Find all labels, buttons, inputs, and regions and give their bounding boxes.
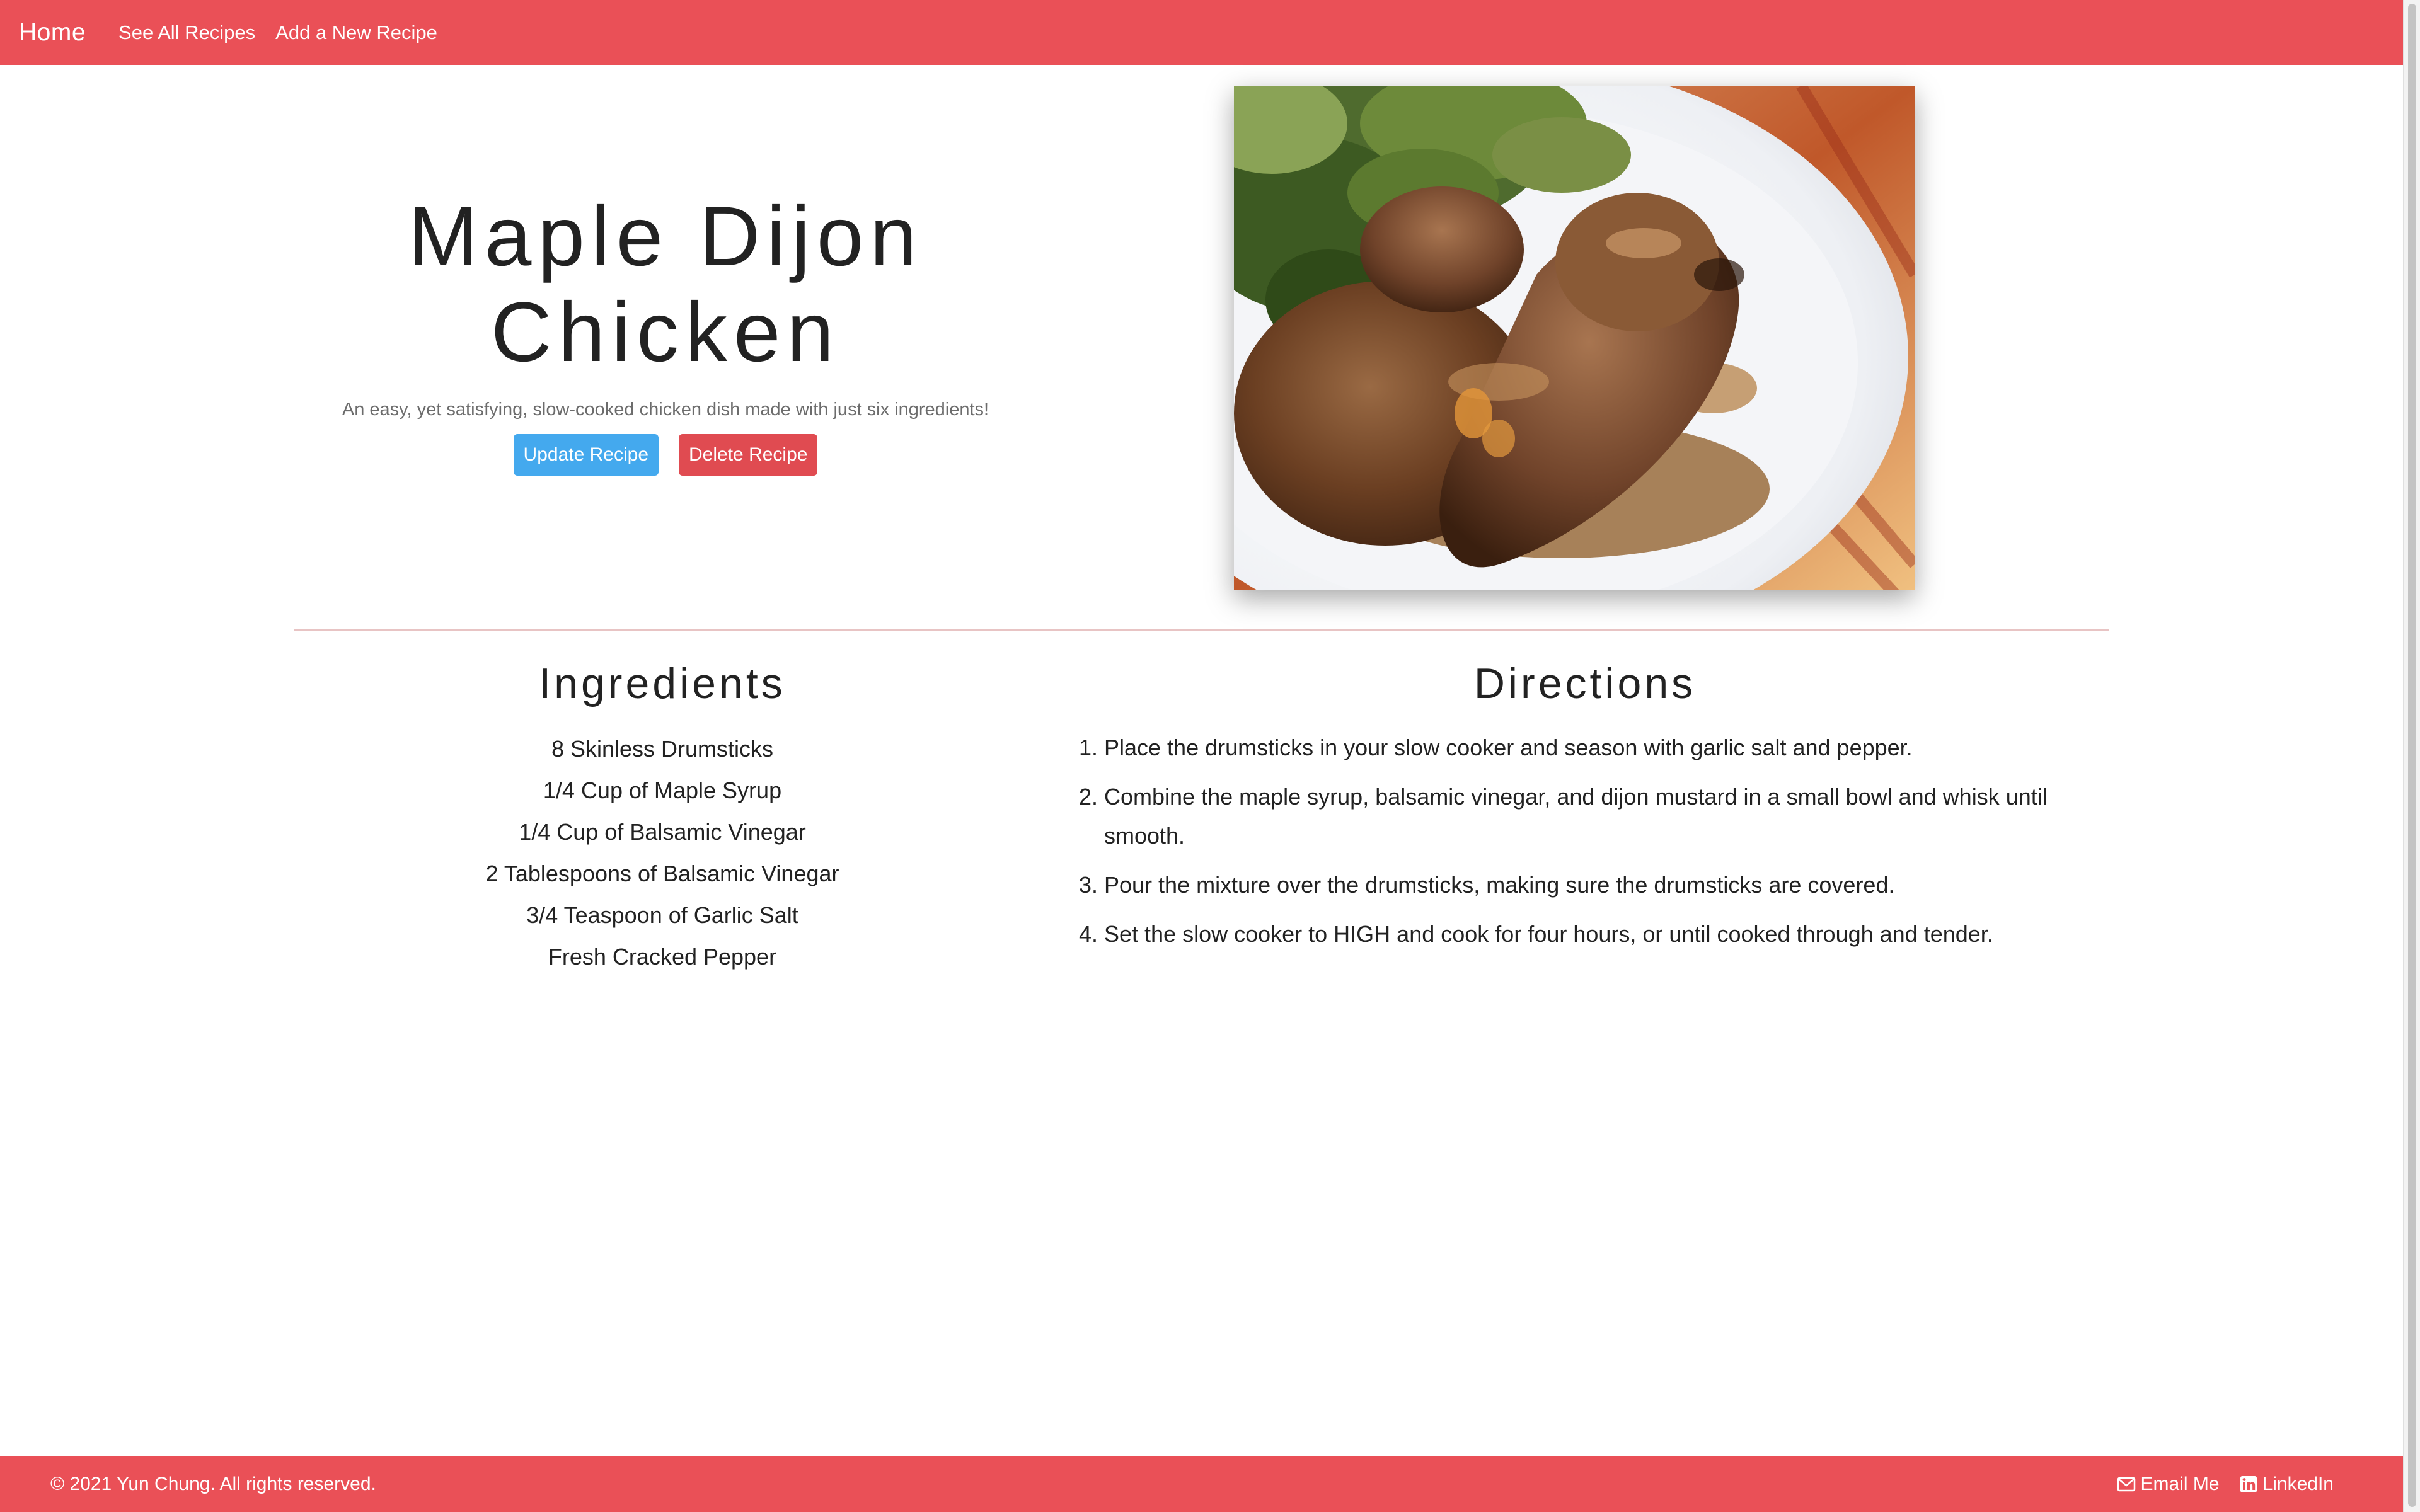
ingredients-section: Ingredients 8 Skinless Drumsticks 1/4 Cu… — [294, 655, 1031, 978]
ingredient-list: 8 Skinless Drumsticks 1/4 Cup of Maple S… — [294, 728, 1031, 978]
linkedin-link[interactable]: LinkedIn — [2240, 1474, 2334, 1495]
top-navbar: Home See All Recipes Add a New Recipe — [0, 0, 2403, 65]
linkedin-label: LinkedIn — [2262, 1473, 2334, 1494]
ingredient-item: 2 Tablespoons of Balsamic Vinegar — [485, 861, 839, 886]
email-me-label: Email Me — [2140, 1473, 2220, 1494]
linkedin-icon — [2240, 1475, 2257, 1492]
vertical-scrollbar[interactable] — [2403, 0, 2420, 1512]
ingredient-item: 8 Skinless Drumsticks — [551, 736, 774, 762]
footer-links: Email Me LinkedIn — [2117, 1474, 2334, 1495]
nav-add-recipe-link[interactable]: Add a New Recipe — [275, 21, 437, 44]
ingredient-item: 3/4 Teaspoon of Garlic Salt — [526, 902, 798, 928]
direction-step: Set the slow cooker to HIGH and cook for… — [1104, 915, 2099, 954]
directions-heading: Directions — [1473, 660, 1697, 707]
nav-see-all-recipes-link[interactable]: See All Recipes — [118, 21, 255, 44]
nav-home-link[interactable]: Home — [19, 19, 86, 47]
ingredient-item: 1/4 Cup of Balsamic Vinegar — [519, 819, 806, 845]
email-me-link[interactable]: Email Me — [2117, 1474, 2220, 1495]
recipe-title-line-1: Maple Dijon — [408, 190, 923, 284]
directions-section: Directions Place the drumsticks in your … — [1071, 655, 2099, 964]
ingredient-item: Fresh Cracked Pepper — [548, 944, 777, 970]
direction-step: Pour the mixture over the drumsticks, ma… — [1104, 866, 2099, 905]
direction-step: Place the drumsticks in your slow cooker… — [1104, 728, 2099, 767]
recipe-actions: Update Recipe Delete Recipe — [294, 434, 1037, 476]
section-divider — [294, 629, 2109, 631]
envelope-icon — [2117, 1477, 2135, 1491]
recipe-title: Maple Dijon Chicken — [294, 189, 1037, 381]
recipe-description: An easy, yet satisfying, slow-cooked chi… — [342, 399, 989, 420]
page-footer: © 2021 Yun Chung. All rights reserved. E… — [0, 1456, 2403, 1512]
recipe-photo — [1234, 86, 1915, 590]
scrollbar-thumb[interactable] — [2408, 4, 2416, 1507]
delete-recipe-button[interactable]: Delete Recipe — [679, 434, 818, 476]
footer-copyright: © 2021 Yun Chung. All rights reserved. — [50, 1473, 376, 1494]
recipe-hero: Maple Dijon Chicken An easy, yet satisfy… — [294, 189, 1037, 476]
ingredient-item: 1/4 Cup of Maple Syrup — [543, 777, 782, 803]
direction-step: Combine the maple syrup, balsamic vinega… — [1104, 777, 2099, 856]
ingredients-heading: Ingredients — [539, 660, 786, 707]
recipe-title-line-2: Chicken — [490, 285, 841, 379]
direction-list: Place the drumsticks in your slow cooker… — [1071, 728, 2099, 954]
update-recipe-button[interactable]: Update Recipe — [513, 434, 659, 476]
recipe-photo-illustration — [1234, 86, 1915, 590]
